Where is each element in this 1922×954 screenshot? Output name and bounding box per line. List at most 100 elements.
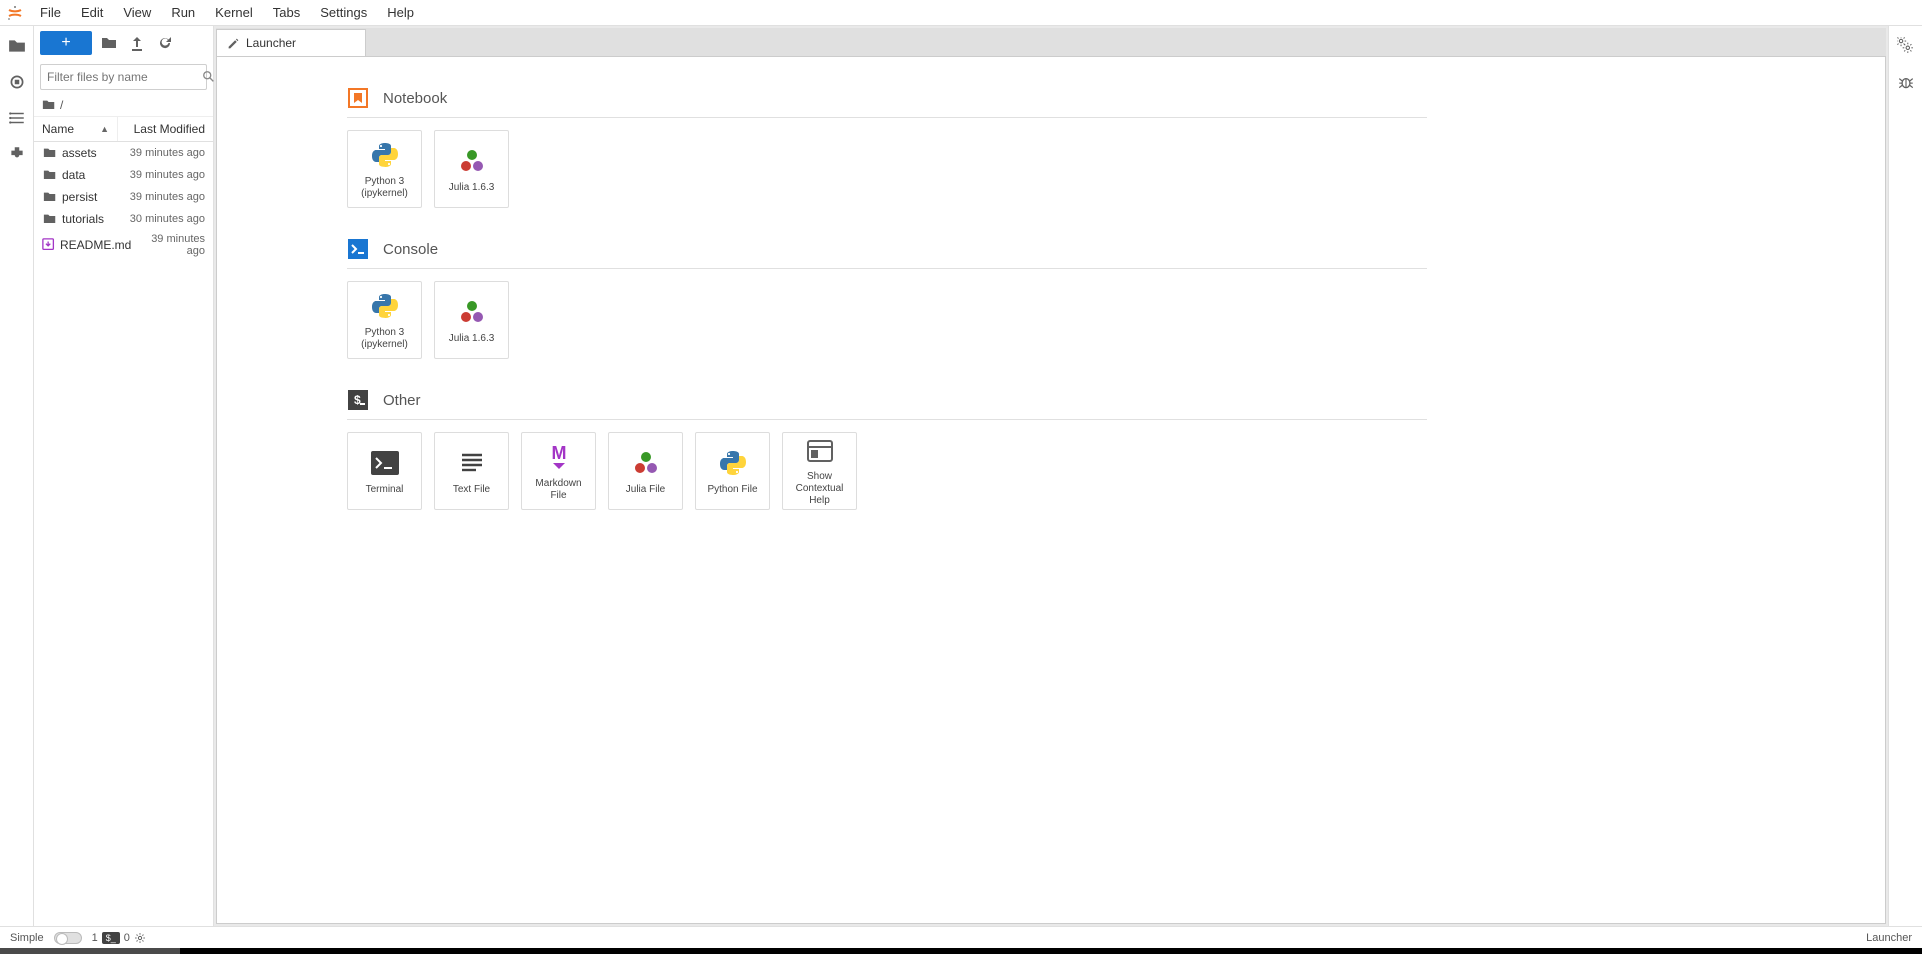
julia-icon xyxy=(455,295,489,329)
launcher-card-mdfile[interactable]: Markdown File xyxy=(521,432,596,510)
menu-view[interactable]: View xyxy=(113,5,161,20)
card-label: Julia 1.6.3 xyxy=(449,182,495,194)
terminal-chip-icon: $_ xyxy=(102,932,120,944)
card-label: Terminal xyxy=(366,484,404,496)
file-browser-toolbar: + xyxy=(34,26,213,60)
file-modified: 39 minutes ago xyxy=(110,191,205,203)
textfile-icon xyxy=(455,446,489,480)
file-row[interactable]: assets39 minutes ago xyxy=(34,142,213,164)
file-row[interactable]: persist39 minutes ago xyxy=(34,186,213,208)
new-launcher-button[interactable]: + xyxy=(40,31,92,55)
markdown-icon xyxy=(42,237,56,253)
launcher-card-ctxhelp[interactable]: Show Contextual Help xyxy=(782,432,857,510)
file-list-header: Name ▲ Last Modified xyxy=(34,117,213,142)
file-filter[interactable] xyxy=(40,64,207,90)
launcher-card-py3-nb[interactable]: Python 3 (ipykernel) xyxy=(347,130,422,208)
file-name: assets xyxy=(62,146,110,160)
column-modified[interactable]: Last Modified xyxy=(118,117,213,141)
file-row[interactable]: data39 minutes ago xyxy=(34,164,213,186)
card-label: Markdown File xyxy=(526,478,591,502)
launcher-section-console: Console Python 3 (ipykernel) Julia 1.6.3 xyxy=(347,238,1427,359)
debugger-icon[interactable] xyxy=(1896,72,1916,92)
extensions-icon[interactable] xyxy=(7,144,27,164)
launcher-card-terminal[interactable]: Terminal xyxy=(347,432,422,510)
property-inspector-icon[interactable] xyxy=(1896,36,1916,56)
file-row[interactable]: README.md39 minutes ago xyxy=(34,230,213,260)
status-right: Launcher xyxy=(1866,932,1912,944)
launcher-card-pyfile[interactable]: Python File xyxy=(695,432,770,510)
column-name[interactable]: Name ▲ xyxy=(34,117,118,141)
folder-icon xyxy=(42,211,58,227)
other-section-icon xyxy=(347,389,369,411)
file-filter-input[interactable] xyxy=(47,70,202,84)
section-label: Console xyxy=(383,241,438,258)
card-label: Julia File xyxy=(626,484,665,496)
section-label: Notebook xyxy=(383,90,447,107)
card-label: Julia 1.6.3 xyxy=(449,333,495,345)
menu-kernel[interactable]: Kernel xyxy=(205,5,263,20)
menubar: FileEditViewRunKernelTabsSettingsHelp xyxy=(0,0,1922,26)
folder-icon xyxy=(42,189,58,205)
simple-mode-label: Simple xyxy=(10,932,44,944)
new-folder-icon[interactable] xyxy=(98,32,120,54)
terminal-icon xyxy=(368,446,402,480)
card-label: Python File xyxy=(707,484,757,496)
launcher-card-py3-con[interactable]: Python 3 (ipykernel) xyxy=(347,281,422,359)
menu-settings[interactable]: Settings xyxy=(310,5,377,20)
menu-run[interactable]: Run xyxy=(161,5,205,20)
folder-icon xyxy=(42,98,56,112)
julia-icon xyxy=(455,144,489,178)
refresh-icon[interactable] xyxy=(154,32,176,54)
launcher-section-other: OtherTerminalText FileMarkdown FileJulia… xyxy=(347,389,1427,510)
launcher-content: NotebookPython 3 (ipykernel)Julia 1.6.3C… xyxy=(216,56,1886,924)
file-list: assets39 minutes agodata39 minutes agope… xyxy=(34,142,213,926)
notebook-section-icon xyxy=(347,87,369,109)
file-modified: 39 minutes ago xyxy=(131,233,205,257)
file-modified: 30 minutes ago xyxy=(110,213,205,225)
python-icon xyxy=(716,446,750,480)
running-kernels-icon[interactable] xyxy=(7,72,27,92)
python-icon xyxy=(368,138,402,172)
file-browser-panel: + / Name ▲ Last Modified assets39 minute… xyxy=(34,26,214,926)
launcher-card-juliafile[interactable]: Julia File xyxy=(608,432,683,510)
card-label: Show Contextual Help xyxy=(787,471,852,507)
activity-bar xyxy=(0,26,34,926)
menu-file[interactable]: File xyxy=(30,5,71,20)
card-label: Text File xyxy=(453,484,490,496)
jupyter-logo-icon xyxy=(6,4,24,22)
julia-icon xyxy=(629,446,663,480)
folder-icon xyxy=(42,167,58,183)
kernel-status-icon xyxy=(134,932,146,944)
simple-mode-toggle[interactable] xyxy=(54,932,82,944)
menu-tabs[interactable]: Tabs xyxy=(263,5,310,20)
property-inspector-bar xyxy=(1888,26,1922,926)
toc-icon[interactable] xyxy=(7,108,27,128)
work-area: Launcher Notebook Python 3 (ipykernel) Jul… xyxy=(214,26,1888,926)
tab-title: Launcher xyxy=(246,36,296,50)
file-name: README.md xyxy=(60,238,131,252)
menu-help[interactable]: Help xyxy=(377,5,424,20)
sort-asc-icon: ▲ xyxy=(100,124,109,134)
launcher-card-textfile[interactable]: Text File xyxy=(434,432,509,510)
status-bar: Simple 1 $_ 0 Launcher xyxy=(0,926,1922,948)
launcher-tab-icon xyxy=(227,37,240,50)
folder-icon xyxy=(42,145,58,161)
file-name: persist xyxy=(62,190,110,204)
file-name: data xyxy=(62,168,110,182)
file-modified: 39 minutes ago xyxy=(110,169,205,181)
help-panel-icon xyxy=(803,435,837,467)
file-name: tutorials xyxy=(62,212,110,226)
file-browser-icon[interactable] xyxy=(7,36,27,56)
launcher-card-julia-nb[interactable]: Julia 1.6.3 xyxy=(434,130,509,208)
tab-launcher[interactable]: Launcher xyxy=(216,29,366,56)
breadcrumb[interactable]: / xyxy=(34,94,213,117)
menu-edit[interactable]: Edit xyxy=(71,5,113,20)
status-terminals[interactable]: 1 $_ 0 xyxy=(92,932,146,944)
breadcrumb-root: / xyxy=(60,98,63,112)
python-icon xyxy=(368,289,402,323)
file-row[interactable]: tutorials30 minutes ago xyxy=(34,208,213,230)
file-modified: 39 minutes ago xyxy=(110,147,205,159)
upload-icon[interactable] xyxy=(126,32,148,54)
tab-bar: Launcher xyxy=(216,28,1886,56)
launcher-card-julia-con[interactable]: Julia 1.6.3 xyxy=(434,281,509,359)
